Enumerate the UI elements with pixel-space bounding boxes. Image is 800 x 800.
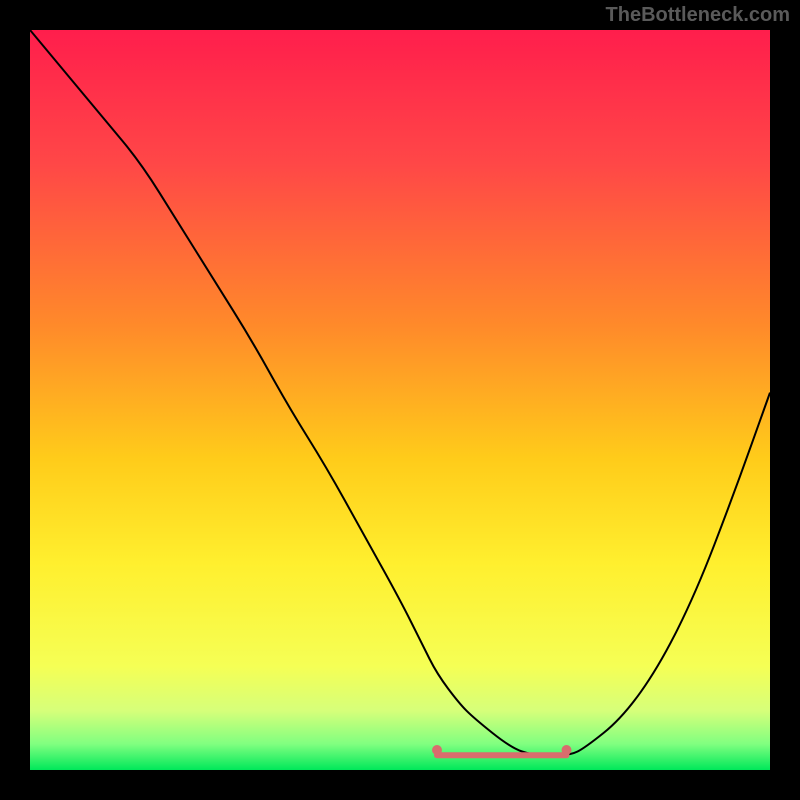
optimal-range-marker-right: [562, 745, 572, 755]
chart-svg: [30, 30, 770, 770]
gradient-background: [30, 30, 770, 770]
optimal-range-marker-left: [432, 745, 442, 755]
attribution-text: TheBottleneck.com: [606, 4, 790, 27]
chart-container: TheBottleneck.com: [0, 0, 800, 800]
plot-area: [30, 30, 770, 770]
